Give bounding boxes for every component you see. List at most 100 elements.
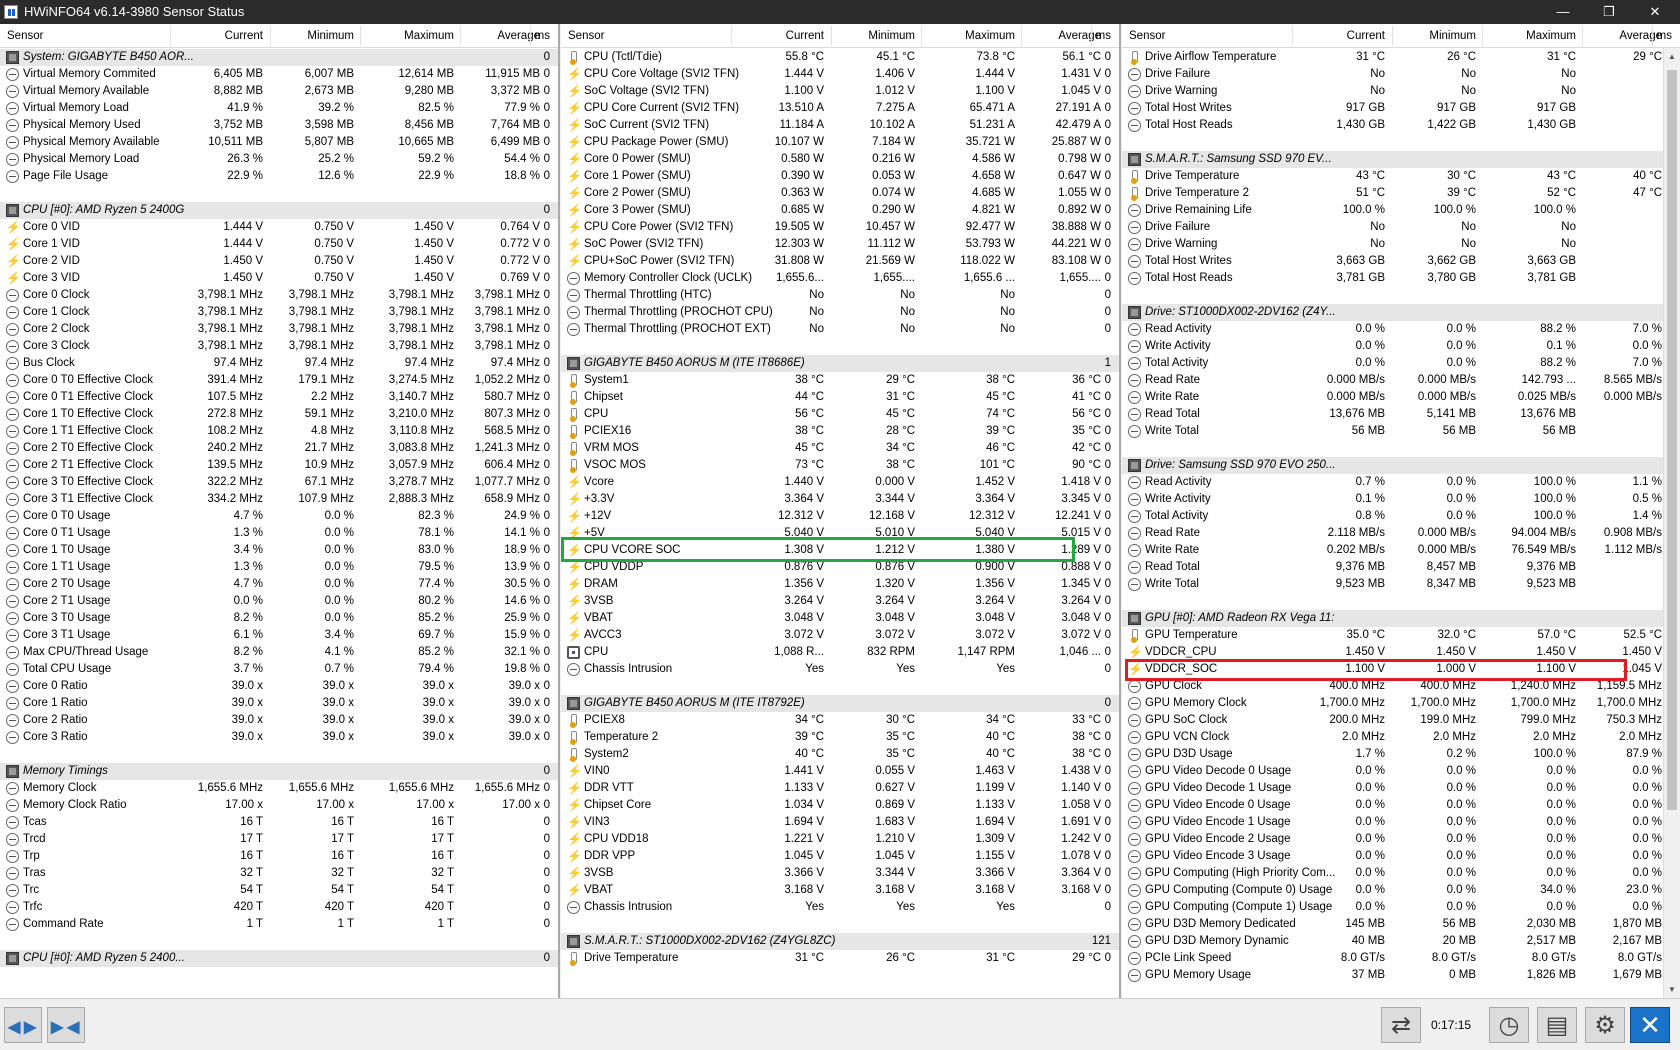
sensor-row[interactable]: Tcas 16 T 16 T 16 T 0 xyxy=(0,814,558,831)
sensor-row[interactable]: Core 2 T0 Effective Clock 240.2 MHz 21.7 M… xyxy=(0,440,558,457)
sensor-row[interactable]: Core 3 T0 Effective Clock 322.2 MHz 67.1 M… xyxy=(0,474,558,491)
column-separator[interactable] xyxy=(831,26,832,46)
sensor-row[interactable]: Trfc 420 T 420 T 420 T 0 xyxy=(0,899,558,916)
sensor-row[interactable]: ⚡ CPU+SoC Power (SVI2 TFN) 31.808 W 21.569 … xyxy=(561,253,1119,270)
sensor-row[interactable]: GPU Computing (Compute 1) Usage 0.0 % 0.0 … xyxy=(1122,899,1680,916)
sensor-group-header[interactable]: S.M.A.R.T.: Samsung SSD 970 EV...1 xyxy=(1122,151,1680,168)
sensor-row[interactable]: ⚡ Core 3 VID 1.450 V 0.750 V 1.450 V 0.769 V0 xyxy=(0,270,558,287)
sensor-row[interactable]: Core 1 T0 Effective Clock 272.8 MHz 59.1 M… xyxy=(0,406,558,423)
sensor-row[interactable]: ⚡ Core 0 VID 1.444 V 0.750 V 1.450 V 0.764 V0 xyxy=(0,219,558,236)
sensor-row[interactable]: VRM MOS 45 °C 34 °C 46 °C 42 °C 0 xyxy=(561,440,1119,457)
sensor-row[interactable]: Write Rate 0.202 MB/s 0.000 MB/s 76.549 MB/… xyxy=(1122,542,1680,559)
column-header-sensor[interactable]: Sensor xyxy=(7,30,43,42)
sensor-row[interactable]: PCIEX8 34 °C 30 °C 34 °C 33 °C 0 xyxy=(561,712,1119,729)
sensor-row[interactable]: GPU Video Encode 3 Usage 0.0 % 0.0 % 0.0 % 0… xyxy=(1122,848,1680,865)
sensor-row[interactable]: Chipset 44 °C 31 °C 45 °C 41 °C 0 xyxy=(561,389,1119,406)
sensor-row[interactable]: Drive Temperature43 °C30 °C43 °C40 °C0 xyxy=(1122,168,1680,185)
sensor-row[interactable]: Thermal Throttling (HTC) No No No 0 xyxy=(561,287,1119,304)
sensor-row[interactable]: ⚡VDDCR_SOC1.100 V1.000 V1.100 V1.045 V0 xyxy=(1122,661,1680,678)
sensor-row[interactable]: Core 2 Clock 3,798.1 MHz 3,798.1 MHz 3,798.… xyxy=(0,321,558,338)
sensor-row[interactable]: Core 1 T1 Usage 1.3 % 0.0 % 79.5 % 13.9 % 0 xyxy=(0,559,558,576)
sensor-row[interactable]: ⚡ CPU Core Power (SVI2 TFN) 19.505 W 10.457… xyxy=(561,219,1119,236)
sensor-row[interactable]: ⚡ VIN0 1.441 V 0.055 V 1.463 V 1.438 V0 xyxy=(561,763,1119,780)
sensor-row[interactable]: Core 2 T1 Usage 0.0 % 0.0 % 80.2 % 14.6 % 0 xyxy=(0,593,558,610)
sensor-row[interactable]: Core 2 T0 Usage 4.7 % 0.0 % 77.4 % 30.5 % 0 xyxy=(0,576,558,593)
sensor-row[interactable]: Core 2 Ratio 39.0 x 39.0 x 39.0 x 39.0 x0 xyxy=(0,712,558,729)
column-header-maximum[interactable]: Maximum xyxy=(1526,30,1576,42)
sensor-row[interactable]: Write Activity0.1 %0.0 %100.0 %0.5 %0 xyxy=(1122,491,1680,508)
sensor-row[interactable]: Core 1 T0 Usage 3.4 % 0.0 % 83.0 % 18.9 % 0 xyxy=(0,542,558,559)
sensor-row[interactable]: ⚡ DDR VTT 1.133 V 0.627 V 1.199 V 1.140 V0 xyxy=(561,780,1119,797)
sensor-row[interactable]: Drive Airflow Temperature 31 °C 26 °C 31 °C… xyxy=(1122,49,1680,66)
sensor-group-header[interactable]: GPU [#0]: AMD Radeon RX Vega 11:2 xyxy=(1122,610,1680,627)
column-separator[interactable] xyxy=(360,26,361,46)
settings-button[interactable]: ⚙ xyxy=(1585,1007,1625,1043)
sensor-row[interactable]: Core 0 Clock 3,798.1 MHz 3,798.1 MHz 3,798.… xyxy=(0,287,558,304)
sensor-row[interactable]: GPU Computing (High Priority Com... 0.0 %… xyxy=(1122,865,1680,882)
sensor-row[interactable]: Trp 16 T 16 T 16 T 0 xyxy=(0,848,558,865)
sensor-row[interactable]: Physical Memory Used 3,752 MB 3,598 MB 8,45… xyxy=(0,117,558,134)
sensor-row[interactable]: Total Activity0.0 %0.0 %88.2 %7.0 %0 xyxy=(1122,355,1680,372)
sensor-row[interactable]: Total Host Writes917 GB917 GB917 GB0 xyxy=(1122,100,1680,117)
sensor-row[interactable]: ⚡ DRAM 1.356 V 1.320 V 1.356 V 1.345 V0 xyxy=(561,576,1119,593)
sensor-row[interactable]: GPU D3D Memory Dynamic 40 MB 20 MB 2,517 MB… xyxy=(1122,933,1680,950)
sensor-pane-1[interactable]: Sensor Current Minimum Maximum Average ms Sys… xyxy=(0,24,560,998)
sensor-row[interactable]: CPU 1,088 R... 832 RPM 1,147 RPM 1,046 ... 0 xyxy=(561,644,1119,661)
sensor-pane-3[interactable]: Sensor Current Minimum Maximum Average ms Dri… xyxy=(1122,24,1680,998)
sensor-row[interactable]: GPU Video Decode 0 Usage 0.0 % 0.0 % 0.0 % 0… xyxy=(1122,763,1680,780)
column-header-ms[interactable]: ms xyxy=(1657,30,1672,42)
sensor-row[interactable]: GPU Video Encode 1 Usage 0.0 % 0.0 % 0.0 % 0… xyxy=(1122,814,1680,831)
scroll-down-arrow-icon[interactable]: ▼ xyxy=(1664,981,1680,998)
sensor-row[interactable]: Read Activity0.7 %0.0 %100.0 %1.1 %0 xyxy=(1122,474,1680,491)
sensor-row[interactable]: Virtual Memory Load 41.9 % 39.2 % 82.5 % 77.… xyxy=(0,100,558,117)
sensor-row[interactable]: ⚡ SoC Current (SVI2 TFN) 11.184 A 10.102 A 5… xyxy=(561,117,1119,134)
sensor-row[interactable]: Read Activity0.0 %0.0 %88.2 %7.0 %0 xyxy=(1122,321,1680,338)
sensor-row[interactable]: Core 3 T1 Effective Clock 334.2 MHz 107.9 … xyxy=(0,491,558,508)
close-sensors-button[interactable]: ✕ xyxy=(1630,1007,1670,1043)
sensor-group-header[interactable]: GIGABYTE B450 AORUS M (ITE IT8686E) 1 xyxy=(561,355,1119,372)
sensor-group-header[interactable]: Drive: Samsung SSD 970 EVO 250...0 xyxy=(1122,457,1680,474)
column-header-average[interactable]: Average xyxy=(497,30,540,42)
sensor-row[interactable]: Core 0 T0 Usage 4.7 % 0.0 % 82.3 % 24.9 % 0 xyxy=(0,508,558,525)
sensor-row[interactable]: ⚡ +5V 5.040 V 5.010 V 5.040 V 5.015 V0 xyxy=(561,525,1119,542)
sensor-row[interactable]: System1 38 °C 29 °C 38 °C 36 °C 0 xyxy=(561,372,1119,389)
sensor-row[interactable]: Write Activity0.0 %0.0 %0.1 %0.0 %0 xyxy=(1122,338,1680,355)
sensor-row[interactable]: Physical Memory Available 10,511 MB 5,807 … xyxy=(0,134,558,151)
vertical-scrollbar[interactable]: ▲ ▼ xyxy=(1663,48,1680,998)
column-separator[interactable] xyxy=(1392,26,1393,46)
sensor-row[interactable]: Drive WarningNoNoNo0 xyxy=(1122,83,1680,100)
sensor-row[interactable]: PCIEX16 38 °C 28 °C 39 °C 35 °C 0 xyxy=(561,423,1119,440)
sensor-row[interactable]: VSOC MOS 73 °C 38 °C 101 °C 90 °C 0 xyxy=(561,457,1119,474)
maximize-button[interactable]: ❐ xyxy=(1586,0,1632,24)
sensor-row[interactable]: ⚡ Core 2 VID 1.450 V 0.750 V 1.450 V 0.772 V0 xyxy=(0,253,558,270)
sensor-row[interactable]: Core 2 T1 Effective Clock 139.5 MHz 10.9 M… xyxy=(0,457,558,474)
network-button[interactable]: ⇄ xyxy=(1381,1007,1421,1043)
column-header-average[interactable]: Average xyxy=(1058,30,1101,42)
sensor-group-header[interactable]: System: GIGABYTE B450 AOR... 0 xyxy=(0,49,558,66)
sensor-row[interactable]: Read Total9,376 MB8,457 MB9,376 MB0 xyxy=(1122,559,1680,576)
sensor-row[interactable]: ⚡ VBAT 3.168 V 3.168 V 3.168 V 3.168 V0 xyxy=(561,882,1119,899)
scroll-up-arrow-icon[interactable]: ▲ xyxy=(1664,48,1680,65)
sensor-row[interactable]: Trcd 17 T 17 T 17 T 0 xyxy=(0,831,558,848)
sensor-row[interactable]: GPU Memory Clock 1,700.0 MHz 1,700.0 MHz 1,… xyxy=(1122,695,1680,712)
sensor-row[interactable]: ⚡ Chipset Core 1.034 V 0.869 V 1.133 V 1.058 … xyxy=(561,797,1119,814)
sensor-group-header[interactable]: S.M.A.R.T.: ST1000DX002-2DV162 (Z4YGL8ZC… xyxy=(561,933,1119,950)
sensor-row[interactable]: Tras 32 T 32 T 32 T 0 xyxy=(0,865,558,882)
sensor-row[interactable]: GPU Video Encode 0 Usage 0.0 % 0.0 % 0.0 % 0… xyxy=(1122,797,1680,814)
sensor-row[interactable]: Core 0 T1 Effective Clock 107.5 MHz 2.2 MH… xyxy=(0,389,558,406)
sensor-row[interactable]: Memory Clock Ratio 17.00 x 17.00 x 17.00 x 1… xyxy=(0,797,558,814)
column-header-current[interactable]: Current xyxy=(1347,30,1385,42)
sensor-row[interactable]: ⚡ 3VSB 3.264 V 3.264 V 3.264 V 3.264 V0 xyxy=(561,593,1119,610)
column-header-average[interactable]: Average xyxy=(1619,30,1662,42)
sensor-row[interactable]: GPU SoC Clock 200.0 MHz 199.0 MHz 799.0 MHz… xyxy=(1122,712,1680,729)
sensor-row[interactable]: ⚡ SoC Power (SVI2 TFN) 12.303 W 11.112 W 53.… xyxy=(561,236,1119,253)
sensor-row[interactable]: Total Host Reads 3,781 GB 3,780 GB 3,781 GB… xyxy=(1122,270,1680,287)
sensor-row[interactable]: Chassis Intrusion Yes Yes Yes 0 xyxy=(561,661,1119,678)
sensor-row[interactable]: Write Total9,523 MB8,347 MB9,523 MB0 xyxy=(1122,576,1680,593)
sensor-row[interactable]: Drive Temperature 251 °C39 °C52 °C47 °C0 xyxy=(1122,185,1680,202)
sensor-row[interactable]: GPU Video Encode 2 Usage 0.0 % 0.0 % 0.0 % 0… xyxy=(1122,831,1680,848)
sensor-row[interactable]: Write Rate 0.000 MB/s 0.000 MB/s 0.025 MB/s… xyxy=(1122,389,1680,406)
column-separator[interactable] xyxy=(1582,26,1583,46)
column-separator[interactable] xyxy=(170,26,171,46)
column-header-current[interactable]: Current xyxy=(225,30,263,42)
